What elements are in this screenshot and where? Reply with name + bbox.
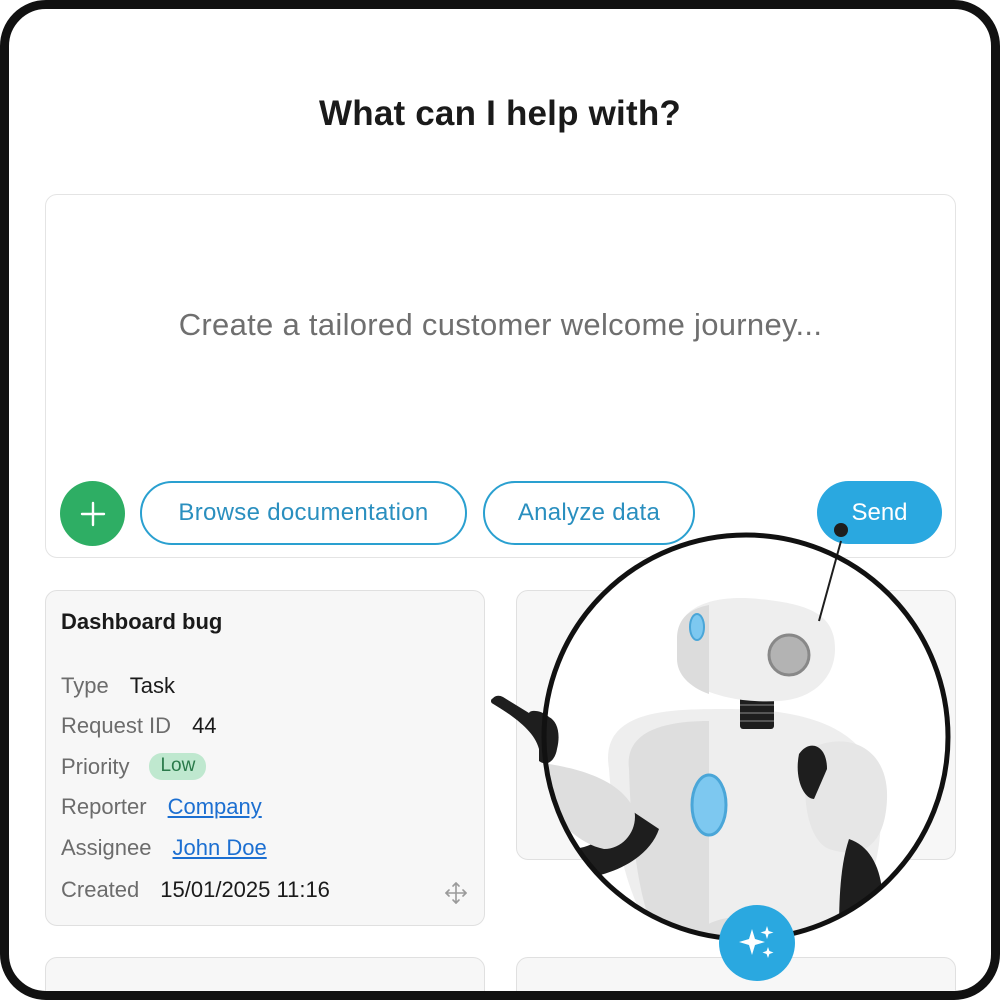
robot-illustration [491,523,951,942]
sparkle-icon [739,926,774,958]
app-frame: What can I help with? Browse documentati… [0,0,1000,1000]
ai-assistant-button[interactable] [719,905,795,981]
